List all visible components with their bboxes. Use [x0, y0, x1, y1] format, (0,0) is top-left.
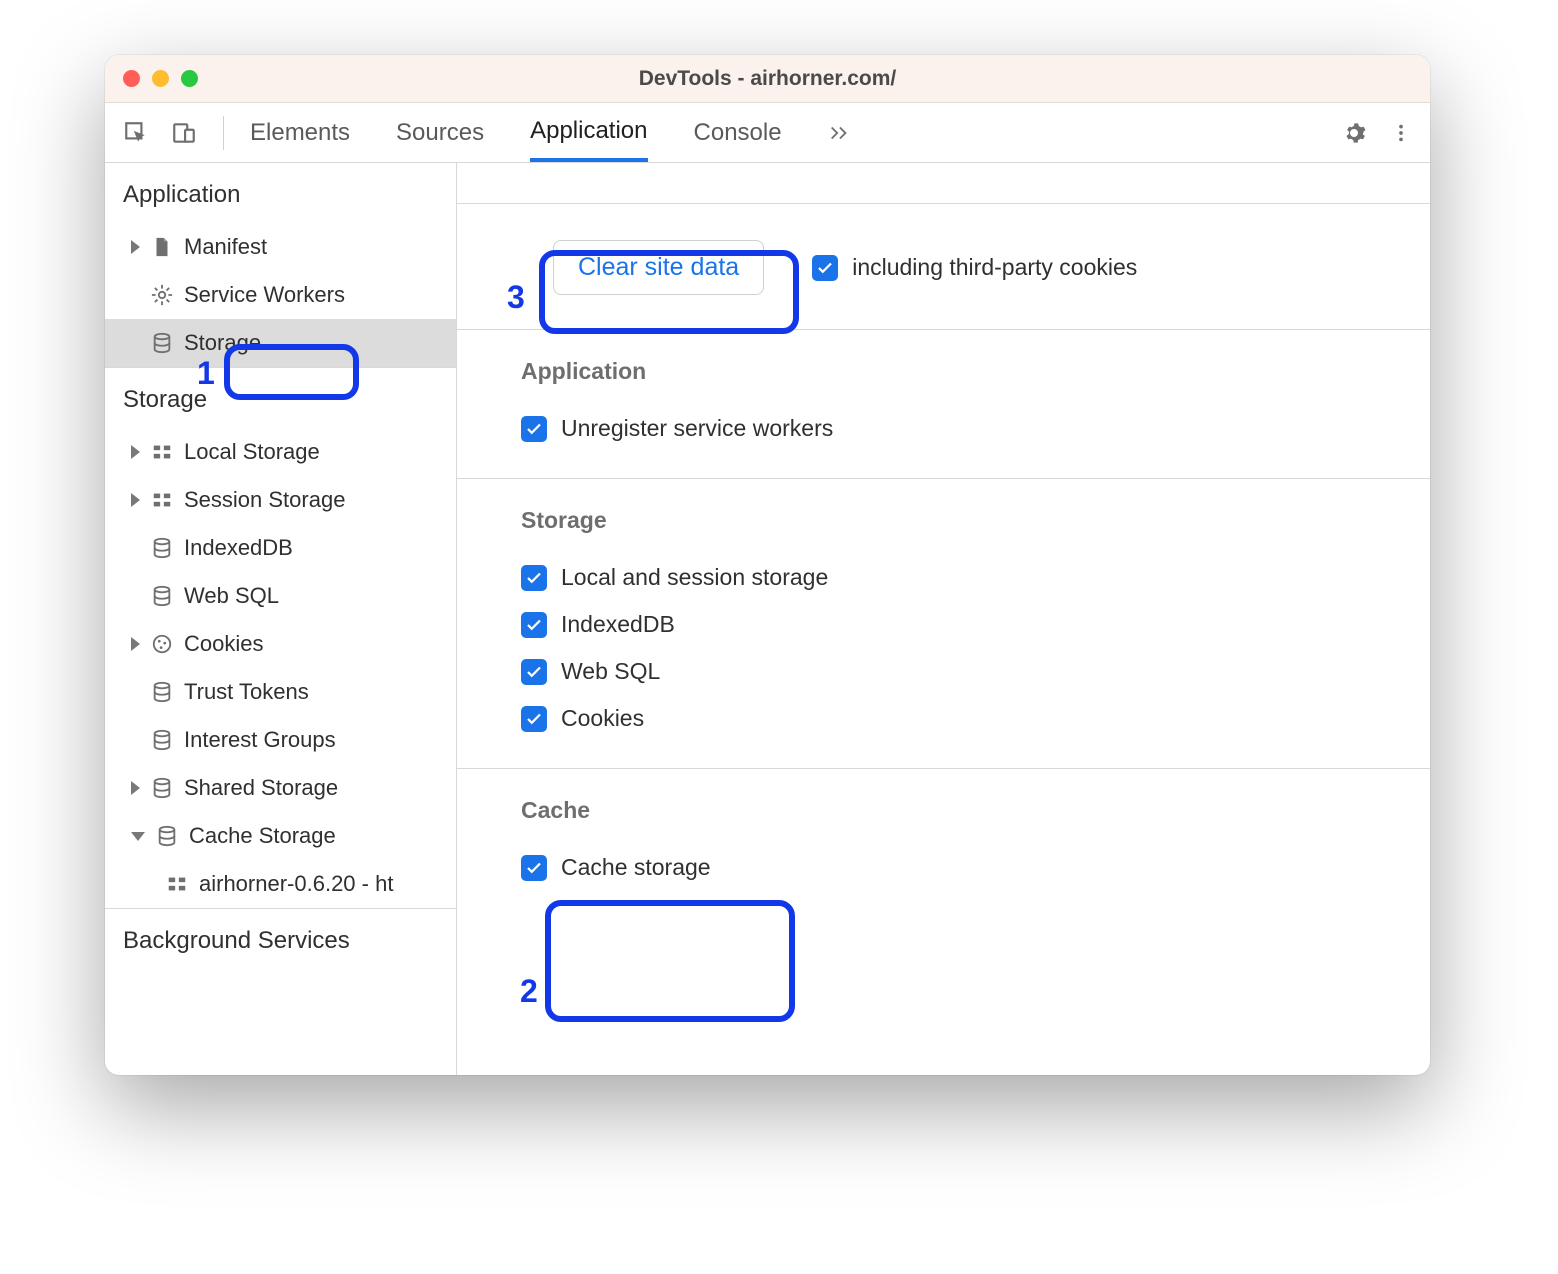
- devtools-window: DevTools - airhorner.com/ Elements Sourc…: [105, 55, 1430, 1075]
- sidebar-item-shared-storage[interactable]: Shared Storage: [105, 764, 456, 812]
- sidebar-item-label: Interest Groups: [184, 727, 336, 753]
- option-label: IndexedDB: [561, 611, 675, 638]
- sidebar-item-cookies[interactable]: Cookies: [105, 620, 456, 668]
- sidebar-section-storage: Storage: [105, 368, 456, 428]
- option-cache-storage[interactable]: Cache storage: [457, 844, 1430, 891]
- tab-application[interactable]: Application: [530, 103, 647, 162]
- database-icon: [150, 776, 174, 800]
- sidebar-item-label: airhorner-0.6.20 - ht: [199, 871, 393, 897]
- checkbox-checked-icon[interactable]: [521, 565, 547, 591]
- window-titlebar: DevTools - airhorner.com/: [105, 55, 1430, 103]
- database-icon: [155, 824, 179, 848]
- sidebar-item-indexeddb[interactable]: IndexedDB: [105, 524, 456, 572]
- panel-body: Application Manifest Service Workers: [105, 163, 1430, 1075]
- sidebar-item-label: Shared Storage: [184, 775, 338, 801]
- option-cookies[interactable]: Cookies: [457, 695, 1430, 742]
- checkbox-checked-icon[interactable]: [521, 612, 547, 638]
- disclosure-triangle-icon[interactable]: [131, 637, 140, 651]
- sidebar-item-label: Manifest: [184, 234, 267, 260]
- window-title: DevTools - airhorner.com/: [105, 67, 1430, 91]
- database-icon: [150, 680, 174, 704]
- sidebar-item-label: Web SQL: [184, 583, 279, 609]
- sidebar-item-interest-groups[interactable]: Interest Groups: [105, 716, 456, 764]
- gear-icon: [150, 283, 174, 307]
- sidebar-item-label: Session Storage: [184, 487, 345, 513]
- sidebar-item-session-storage[interactable]: Session Storage: [105, 476, 456, 524]
- sidebar-item-manifest[interactable]: Manifest: [105, 223, 456, 271]
- sidebar-item-label: Service Workers: [184, 282, 345, 308]
- option-label: Cache storage: [561, 854, 711, 881]
- option-local-session-storage[interactable]: Local and session storage: [457, 554, 1430, 601]
- checkbox-checked-icon[interactable]: [521, 706, 547, 732]
- checkbox-checked-icon[interactable]: [521, 659, 547, 685]
- group-heading-application: Application: [457, 358, 1430, 405]
- option-unregister-service-workers[interactable]: Unregister service workers: [457, 405, 1430, 452]
- disclosure-triangle-icon[interactable]: [131, 832, 145, 841]
- third-party-cookies-option[interactable]: including third-party cookies: [812, 254, 1137, 281]
- more-tabs-icon[interactable]: [828, 122, 850, 144]
- sidebar-section-application: Application: [105, 163, 456, 223]
- inspect-element-icon[interactable]: [123, 120, 149, 146]
- option-label: Cookies: [561, 705, 644, 732]
- grid-icon: [165, 872, 189, 896]
- panel-tabs: Elements Sources Application Console: [250, 103, 850, 162]
- group-heading-cache: Cache: [457, 797, 1430, 844]
- devtools-toolbar: Elements Sources Application Console: [105, 103, 1430, 163]
- cookie-icon: [150, 632, 174, 656]
- option-label: Web SQL: [561, 658, 660, 685]
- sidebar-item-cache-storage[interactable]: Cache Storage: [105, 812, 456, 860]
- sidebar-item-storage[interactable]: Storage: [105, 319, 456, 367]
- clear-site-data-button[interactable]: Clear site data: [553, 240, 764, 295]
- disclosure-triangle-icon[interactable]: [131, 445, 140, 459]
- option-websql[interactable]: Web SQL: [457, 648, 1430, 695]
- tab-elements[interactable]: Elements: [250, 103, 350, 162]
- option-label: Unregister service workers: [561, 415, 833, 442]
- kebab-menu-icon[interactable]: [1390, 122, 1412, 144]
- sidebar-item-websql[interactable]: Web SQL: [105, 572, 456, 620]
- device-toolbar-icon[interactable]: [171, 120, 197, 146]
- tab-console[interactable]: Console: [694, 103, 782, 162]
- disclosure-triangle-icon[interactable]: [131, 493, 140, 507]
- group-heading-storage: Storage: [457, 507, 1430, 554]
- grid-icon: [150, 488, 174, 512]
- file-icon: [150, 235, 174, 259]
- database-icon: [150, 331, 174, 355]
- database-icon: [150, 584, 174, 608]
- sidebar-item-label: Trust Tokens: [184, 679, 309, 705]
- sidebar-section-background-services[interactable]: Background Services: [105, 909, 456, 1075]
- disclosure-triangle-icon[interactable]: [131, 781, 140, 795]
- sidebar-item-label: Cache Storage: [189, 823, 336, 849]
- database-icon: [150, 536, 174, 560]
- sidebar-item-trust-tokens[interactable]: Trust Tokens: [105, 668, 456, 716]
- checkbox-checked-icon[interactable]: [521, 416, 547, 442]
- sidebar-item-label: Storage: [184, 330, 261, 356]
- disclosure-triangle-icon[interactable]: [131, 240, 140, 254]
- tab-sources[interactable]: Sources: [396, 103, 484, 162]
- option-label: including third-party cookies: [852, 254, 1137, 281]
- settings-icon[interactable]: [1342, 121, 1366, 145]
- option-indexeddb[interactable]: IndexedDB: [457, 601, 1430, 648]
- sidebar-item-label: Cookies: [184, 631, 263, 657]
- checkbox-checked-icon[interactable]: [812, 255, 838, 281]
- sidebar-item-label: IndexedDB: [184, 535, 293, 561]
- option-label: Local and session storage: [561, 564, 828, 591]
- storage-panel: Clear site data including third-party co…: [457, 163, 1430, 1075]
- toolbar-separator: [223, 116, 224, 150]
- sidebar-item-local-storage[interactable]: Local Storage: [105, 428, 456, 476]
- sidebar-item-cache-entry[interactable]: airhorner-0.6.20 - ht: [105, 860, 456, 908]
- application-sidebar: Application Manifest Service Workers: [105, 163, 457, 1075]
- sidebar-item-service-workers[interactable]: Service Workers: [105, 271, 456, 319]
- grid-icon: [150, 440, 174, 464]
- sidebar-item-label: Local Storage: [184, 439, 320, 465]
- checkbox-checked-icon[interactable]: [521, 855, 547, 881]
- database-icon: [150, 728, 174, 752]
